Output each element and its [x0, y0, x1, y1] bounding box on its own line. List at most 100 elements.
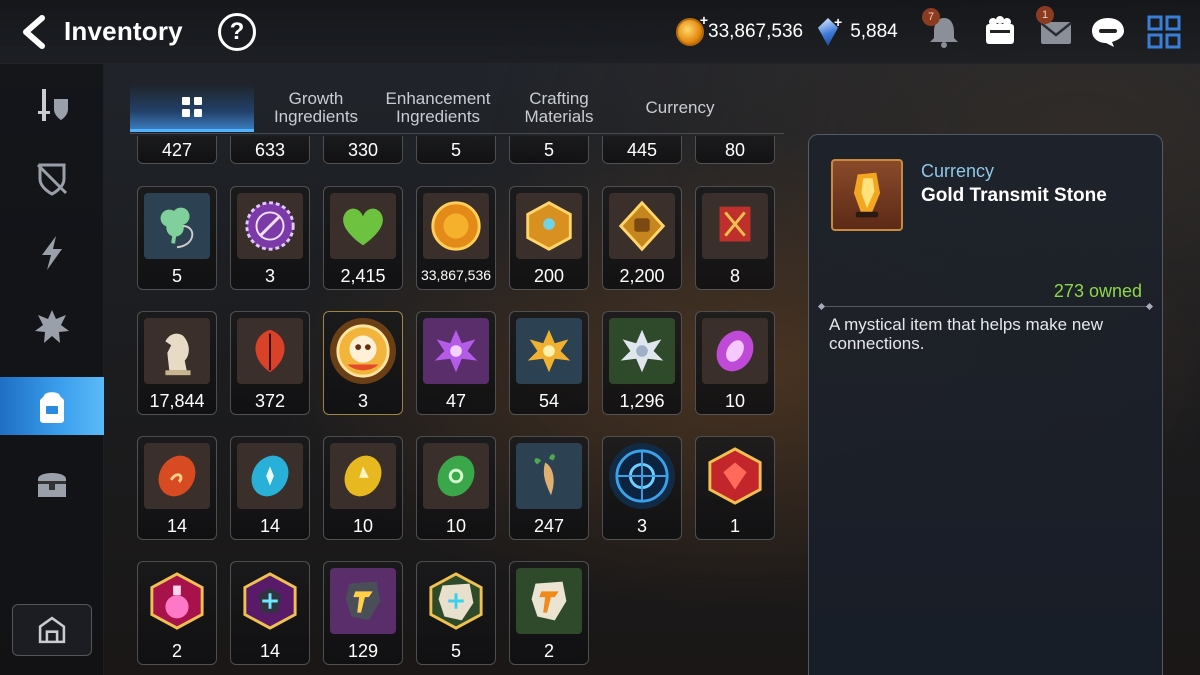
detail-thumbnail — [831, 159, 903, 231]
item-cell[interactable]: 1,296 — [602, 311, 682, 415]
crystal-amount: 5,884 — [850, 21, 898, 42]
gold-stone-icon — [345, 581, 381, 621]
cyan-stone-icon — [429, 572, 483, 630]
sanctuary-button[interactable] — [12, 604, 92, 656]
item-cell[interactable]: 2,415 — [323, 186, 403, 290]
potion-icon — [150, 572, 204, 630]
item-cell[interactable]: 5 — [416, 136, 496, 164]
item-cell[interactable]: 3 — [230, 186, 310, 290]
item-cell[interactable]: 14 — [230, 436, 310, 540]
chat-button[interactable] — [1088, 12, 1128, 52]
item-cell[interactable]: 372 — [230, 311, 310, 415]
menu-button[interactable] — [1144, 12, 1184, 52]
item-cell[interactable]: 33,867,536 — [416, 186, 496, 290]
crystal-display[interactable]: + 5,884 — [818, 14, 898, 48]
item-cell[interactable]: 5 — [509, 136, 589, 164]
orange-stone-icon — [531, 581, 567, 621]
grid-menu-icon — [1147, 15, 1181, 49]
gold-coin-icon: + — [676, 12, 708, 46]
item-cell[interactable]: 1 — [695, 436, 775, 540]
item-cell[interactable]: 10 — [695, 311, 775, 415]
blue-sigil-icon — [615, 449, 669, 503]
tab-currency[interactable]: Currency — [620, 84, 740, 132]
sanctuary-icon — [38, 616, 66, 644]
team-icon — [986, 16, 1014, 44]
detail-item-name: Gold Transmit Stone — [921, 185, 1107, 206]
purple-flower-icon — [434, 329, 478, 373]
item-cell[interactable]: 5 — [137, 186, 217, 290]
sidebar-item-special[interactable] — [0, 298, 104, 356]
red-leaf-icon — [255, 329, 285, 373]
item-cell[interactable]: 247 — [509, 436, 589, 540]
item-cell[interactable]: 14 — [137, 436, 217, 540]
tab-growth-ingredients[interactable]: Growth Ingredients — [260, 84, 372, 132]
gold-transmit-stone-icon — [853, 172, 881, 218]
notifications-badge: 7 — [922, 8, 940, 26]
sidebar-item-chests[interactable] — [0, 454, 104, 512]
broken-shield-icon — [36, 163, 68, 196]
grid-icon — [182, 96, 202, 117]
item-cell[interactable]: 2,200 — [602, 186, 682, 290]
item-cell[interactable]: 445 — [602, 136, 682, 164]
gold-display[interactable]: + 33,867,536 — [676, 12, 803, 48]
detail-description: A mystical item that helps make new conn… — [829, 315, 1104, 353]
sidebar-item-equipment[interactable] — [0, 76, 104, 134]
sidebar — [0, 64, 104, 675]
item-cell[interactable]: 5 — [416, 561, 496, 665]
sidebar-item-inventory[interactable] — [0, 377, 104, 435]
item-cell[interactable]: 80 — [695, 136, 775, 164]
red-banner-icon — [719, 206, 751, 242]
item-cell[interactable]: 427 — [137, 136, 217, 164]
item-cell[interactable]: 10 — [323, 436, 403, 540]
item-cell[interactable]: 10 — [416, 436, 496, 540]
green-rune-icon — [437, 455, 475, 497]
item-cell[interactable]: 3 — [323, 311, 403, 415]
spiky-artifact-icon — [35, 310, 69, 343]
notifications-button[interactable]: 7 — [922, 8, 964, 52]
team-button[interactable] — [980, 12, 1020, 52]
item-cell[interactable]: 3 — [602, 436, 682, 540]
tab-crafting-materials[interactable]: Crafting Materials — [504, 84, 614, 132]
item-cell[interactable]: 14 — [230, 561, 310, 665]
fist-emblem-icon — [618, 200, 666, 252]
treasure-chest-icon — [38, 473, 66, 497]
item-cell[interactable]: 54 — [509, 311, 589, 415]
item-grid: 427 633 330 5 5 445 80 5 3 2,415 33,867,… — [137, 136, 777, 675]
item-cell[interactable]: 2 — [137, 561, 217, 665]
item-cell[interactable]: 2 — [509, 561, 589, 665]
purple-rune-icon — [716, 330, 754, 372]
item-cell[interactable]: 330 — [323, 136, 403, 164]
root-herb-icon — [534, 454, 555, 496]
item-cell[interactable]: 200 — [509, 186, 589, 290]
mail-button[interactable]: 1 — [1036, 6, 1076, 52]
mail-badge: 1 — [1036, 6, 1054, 24]
silver-flower-icon — [620, 329, 664, 373]
page-title: Inventory — [64, 16, 183, 46]
detail-owned-count: 273 owned — [1053, 281, 1142, 301]
help-button[interactable]: ? — [218, 13, 256, 51]
green-heart-icon — [343, 208, 383, 246]
category-tabs: Growth Ingredients Enhancement Ingredien… — [130, 84, 784, 134]
item-cell[interactable]: 17,844 — [137, 311, 217, 415]
backpack-icon — [40, 392, 64, 423]
gold-emblem-icon — [526, 201, 572, 251]
sidebar-item-artifacts[interactable] — [0, 150, 104, 208]
cyan-rune-icon — [251, 455, 289, 497]
item-cell[interactable]: 633 — [230, 136, 310, 164]
sword-shield-icon — [38, 89, 68, 121]
chess-knight-icon — [165, 333, 191, 376]
detail-category: Currency — [921, 161, 995, 181]
tab-all[interactable] — [130, 84, 254, 132]
yellow-rune-icon — [344, 455, 382, 497]
purple-seal-icon — [245, 201, 295, 251]
item-cell[interactable]: 129 — [323, 561, 403, 665]
back-button[interactable] — [16, 12, 56, 52]
item-detail-panel: Currency Gold Transmit Stone 273 owned A… — [808, 134, 1163, 675]
tab-enhancement-ingredients[interactable]: Enhancement Ingredients — [378, 84, 498, 132]
item-cell[interactable]: 47 — [416, 311, 496, 415]
item-cell[interactable]: 8 — [695, 186, 775, 290]
sidebar-item-catalysts[interactable] — [0, 224, 104, 282]
clover-pendant-icon — [160, 207, 194, 249]
red-gem-icon — [708, 447, 762, 505]
lightning-icon — [42, 236, 62, 270]
